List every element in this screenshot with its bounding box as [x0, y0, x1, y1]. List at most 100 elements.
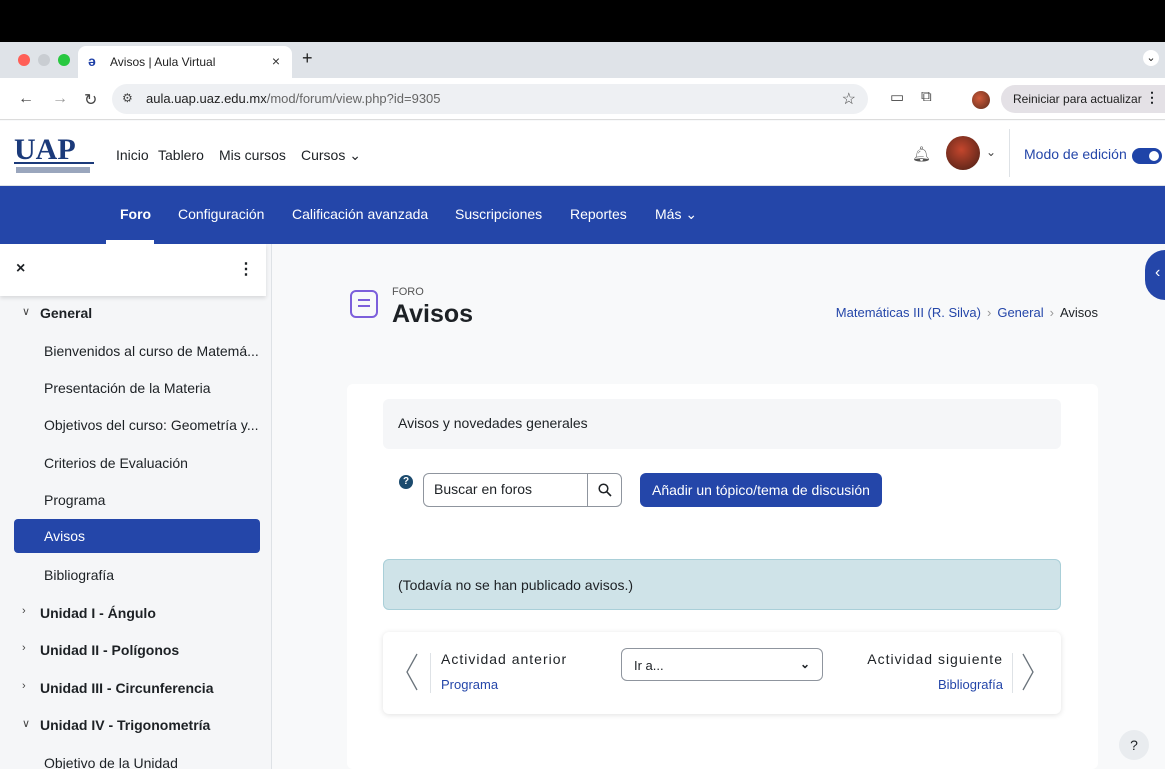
empty-notice-text: (Todavía no se han publicado avisos.)	[398, 577, 634, 593]
breadcrumb-section[interactable]: General	[997, 305, 1043, 320]
page-title: Avisos	[392, 300, 474, 328]
course-index-drawer: × ⋮ ∨ General Bienvenidos al curso de Ma…	[0, 244, 272, 769]
svg-text:UAP: UAP	[14, 133, 76, 166]
help-icon[interactable]: ?	[399, 475, 413, 489]
section-label: Unidad IV - Trigonometría	[40, 717, 211, 733]
breadcrumb-course[interactable]: Matemáticas III (R. Silva)	[836, 305, 981, 320]
reload-icon[interactable]: ↻	[84, 90, 97, 110]
window-minimize-dot[interactable]	[38, 54, 50, 66]
chevron-right-icon[interactable]: ›	[22, 680, 26, 692]
uap-logo[interactable]: UAP	[12, 131, 98, 177]
chevron-right-icon[interactable]: ›	[22, 642, 26, 654]
course-index-item[interactable]: Programa	[0, 483, 270, 517]
course-index-item[interactable]: Presentación de la Materia	[0, 371, 270, 405]
chevron-right-icon[interactable]: ›	[22, 605, 26, 617]
restart-label: Reiniciar para actualizar	[1013, 92, 1142, 106]
previous-activity-link[interactable]: Programa	[441, 677, 498, 692]
activity-navigation: Actividad anterior Programa Ir a... ⌄ Ac…	[383, 632, 1061, 714]
section-unidad-4[interactable]: ∨ Unidad IV - Trigonometría	[0, 708, 270, 742]
next-activity-link[interactable]: Bibliografía	[938, 677, 1003, 692]
extensions-icon[interactable]: ⧉	[921, 88, 932, 105]
forward-arrow-icon[interactable]: →	[52, 90, 68, 108]
tab-close-icon[interactable]: ×	[272, 53, 280, 69]
next-activity-label: Actividad siguiente	[867, 651, 1003, 667]
course-index-item[interactable]: Bibliografía	[0, 558, 270, 592]
main-content-card: Avisos y novedades generales ? Añadir un…	[347, 384, 1098, 769]
course-index-item-selected[interactable]: Avisos	[14, 519, 260, 553]
nav-cursos[interactable]: Cursos ⌄	[301, 147, 361, 164]
secondary-navigation: Foro Configuración Calificación avanzada…	[0, 186, 1165, 244]
add-discussion-label: Añadir un tópico/tema de discusión	[652, 482, 870, 498]
open-block-drawer-button[interactable]: ‹	[1145, 250, 1165, 300]
search-button[interactable]	[587, 474, 621, 506]
browser-profile-avatar[interactable]	[972, 91, 990, 109]
drawer-header: × ⋮	[0, 244, 266, 296]
add-discussion-button[interactable]: Añadir un tópico/tema de discusión	[640, 473, 882, 507]
tab-calificacion-avanzada[interactable]: Calificación avanzada	[292, 206, 428, 222]
nav-tablero[interactable]: Tablero	[158, 147, 204, 163]
drawer-options-icon[interactable]: ⋮	[238, 259, 254, 279]
browser-toolbar: ← → ↻ ⚙ aula.uap.uaz.edu.mx/mod/forum/vi…	[0, 78, 1165, 120]
forum-intro-text: Avisos y novedades generales	[398, 415, 588, 431]
next-activity-arrow-icon[interactable]	[1021, 652, 1035, 692]
site-info-icon[interactable]: ⚙	[122, 91, 133, 105]
divider	[430, 653, 431, 693]
restart-to-update-button[interactable]: Reiniciar para actualizar ⋮	[1001, 85, 1165, 113]
section-general[interactable]: ∨ General	[0, 296, 270, 330]
item-label: Programa	[44, 492, 106, 508]
site-favicon-icon: ə	[88, 53, 96, 69]
url-text[interactable]: aula.uap.uaz.edu.mx/mod/forum/view.php?i…	[146, 91, 441, 106]
close-drawer-icon[interactable]: ×	[16, 260, 25, 278]
section-label: Unidad I - Ángulo	[40, 605, 156, 621]
chevron-down-icon[interactable]: ∨	[22, 305, 30, 318]
edit-mode-toggle[interactable]	[1132, 148, 1162, 164]
tab-reportes[interactable]: Reportes	[570, 206, 627, 222]
search-icon	[598, 483, 612, 497]
section-unidad-1[interactable]: › Unidad I - Ángulo	[0, 596, 270, 630]
breadcrumb: Matemáticas III (R. Silva) › General › Aviso…	[836, 305, 1098, 320]
tab-search-chevron-icon[interactable]: ⌄	[1143, 50, 1159, 66]
previous-activity-arrow-icon[interactable]	[405, 652, 419, 692]
item-label: Avisos	[44, 528, 85, 544]
browser-tab[interactable]: ə Avisos | Aula Virtual ×	[78, 46, 292, 78]
new-tab-button[interactable]: +	[302, 48, 313, 69]
previous-activity-label: Actividad anterior	[441, 651, 568, 667]
user-menu-chevron-icon[interactable]: ⌄	[986, 145, 996, 159]
item-label: Objetivos del curso: Geometría y...	[44, 417, 259, 433]
item-label: Bienvenidos al curso de Matemá...	[44, 343, 259, 359]
user-avatar[interactable]	[946, 136, 980, 170]
tab-configuracion[interactable]: Configuración	[178, 206, 264, 222]
course-index-item[interactable]: Criterios de Evaluación	[0, 446, 270, 480]
section-unidad-3[interactable]: › Unidad III - Circunferencia	[0, 671, 270, 705]
course-index-item[interactable]: Objetivo de la Unidad	[0, 746, 270, 769]
chevron-down-icon[interactable]: ∨	[22, 717, 30, 730]
nav-inicio[interactable]: Inicio	[116, 147, 149, 163]
course-index-item[interactable]: Bienvenidos al curso de Matemá...	[0, 334, 270, 368]
jump-to-select[interactable]: Ir a... ⌄	[621, 648, 823, 681]
search-input[interactable]	[434, 481, 584, 497]
nav-mis-cursos[interactable]: Mis cursos	[219, 147, 286, 163]
tab-mas[interactable]: Más ⌄	[655, 206, 697, 223]
window-zoom-dot[interactable]	[58, 54, 70, 66]
help-floating-button[interactable]: ?	[1119, 730, 1149, 760]
tab-foro[interactable]: Foro	[120, 206, 151, 222]
tab-suscripciones[interactable]: Suscripciones	[455, 206, 542, 222]
window-close-dot[interactable]	[18, 54, 30, 66]
item-label: Presentación de la Materia	[44, 380, 211, 396]
address-bar[interactable]: ⚙ aula.uap.uaz.edu.mx/mod/forum/view.php…	[112, 84, 868, 114]
section-label: General	[40, 305, 93, 321]
course-index-item[interactable]: Objetivos del curso: Geometría y...	[0, 408, 270, 442]
divider	[1012, 653, 1013, 693]
edit-mode-label: Modo de edición	[1024, 146, 1127, 162]
bookmark-star-icon[interactable]: ☆	[842, 89, 856, 109]
reading-mode-icon[interactable]: ▭	[890, 88, 904, 106]
chevron-down-icon: ⌄	[799, 657, 810, 671]
item-label: Objetivo de la Unidad	[44, 755, 178, 769]
browser-tab-bar: ə Avisos | Aula Virtual ×	[0, 42, 1165, 78]
notifications-bell-icon[interactable]: 🔔︎	[912, 145, 931, 163]
browser-menu-icon[interactable]: ⋮	[1145, 89, 1159, 106]
back-arrow-icon[interactable]: ←	[18, 90, 34, 108]
chevron-left-icon: ‹	[1155, 264, 1161, 281]
screen-top-bar	[0, 0, 1165, 42]
section-unidad-2[interactable]: › Unidad II - Polígonos	[0, 633, 270, 667]
